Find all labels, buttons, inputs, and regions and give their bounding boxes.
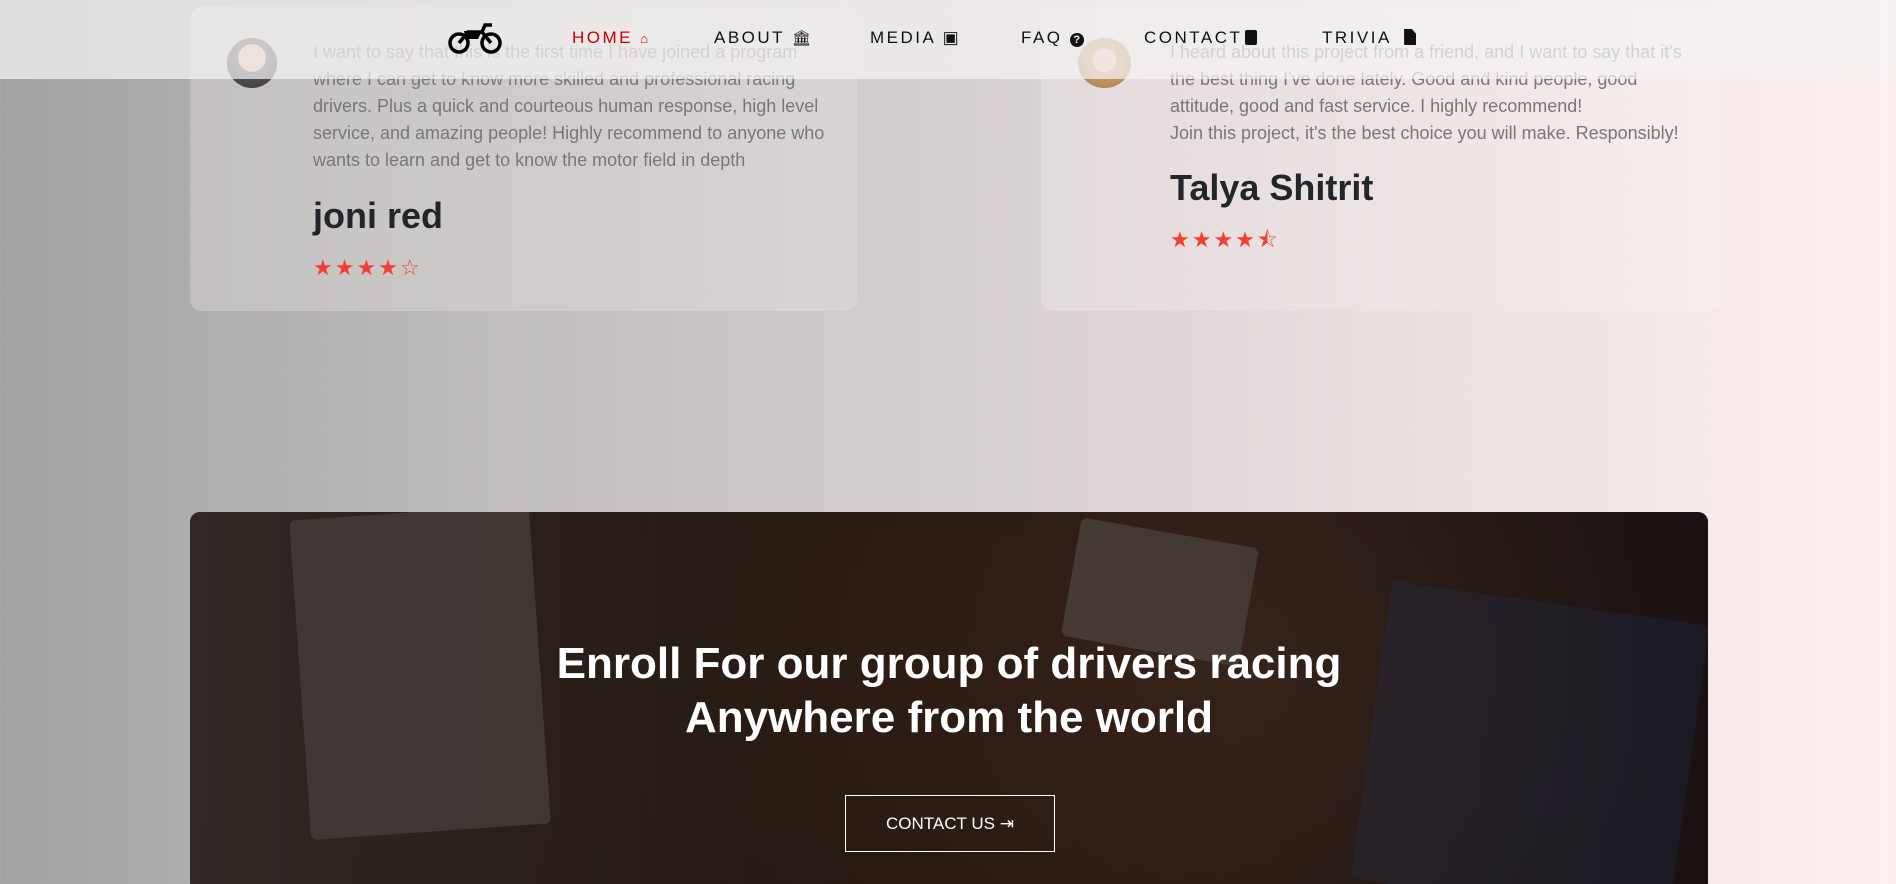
nav-about[interactable]: ABOUT 🏛 [714,28,814,48]
nav-label: FAQ [1021,28,1063,47]
banner-title-line1: Enroll For our group of drivers racing [556,639,1342,688]
star-rating: ★★★★⯪ [1170,227,1280,252]
contact-us-button[interactable]: CONTACT US ⇥ [845,795,1055,852]
nav-label: HOME [572,28,633,47]
image-icon: ▣ [942,28,962,47]
nav-contact[interactable]: CONTACT [1144,28,1258,48]
contact-card-icon [1245,30,1258,45]
nav-label: MEDIA [870,28,936,47]
button-label: CONTACT US [886,813,995,833]
home-icon: ⌂ [640,31,651,46]
motorcycle-logo-icon[interactable] [448,22,502,59]
nav-label: CONTACT [1144,28,1243,47]
nav-media[interactable]: MEDIA ▣ [870,28,961,48]
banner-title-line2: Anywhere from the world [684,693,1214,742]
file-icon [1404,29,1417,45]
star-rating: ★★★★☆ [313,255,422,280]
nav-label: TRIVIA [1322,28,1391,47]
bank-icon: 🏛 [792,30,814,47]
enroll-banner: Enroll For our group of drivers racing A… [190,512,1708,884]
sign-in-icon: ⇥ [999,813,1014,833]
navbar: HOME ⌂ ABOUT 🏛 MEDIA ▣ FAQ ? CONTACT TRI… [0,0,1896,79]
nav-faq[interactable]: FAQ ? [1021,28,1084,48]
nav-label: ABOUT [714,28,785,47]
nav-home[interactable]: HOME ⌂ [572,28,651,48]
nav-trivia[interactable]: TRIVIA [1322,28,1417,48]
testimonial-name: Talya Shitrit [1170,167,1374,208]
testimonial-name: joni red [313,195,444,236]
question-circle-icon: ? [1069,33,1084,47]
